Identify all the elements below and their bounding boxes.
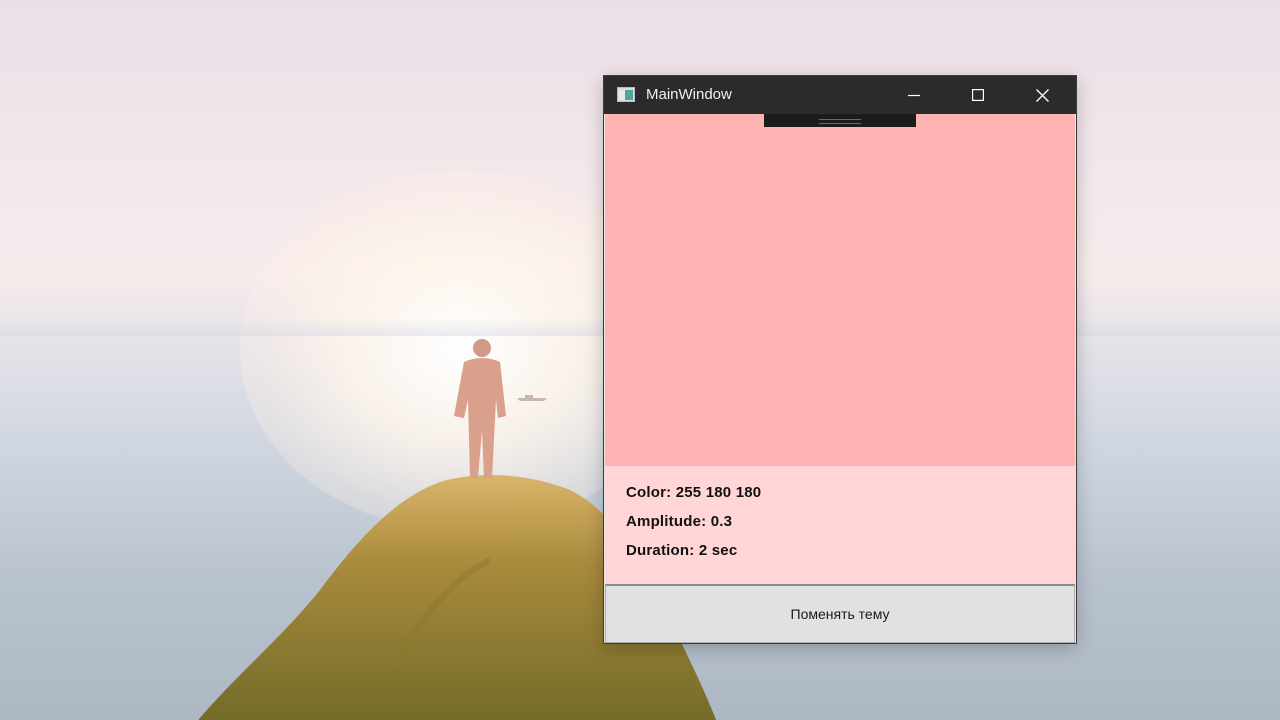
maximize-icon (972, 89, 984, 101)
app-window-icon (617, 87, 635, 102)
change-theme-button[interactable]: Поменять тему (605, 584, 1075, 643)
minimize-button[interactable] (882, 76, 946, 114)
person-silhouette (454, 339, 506, 478)
title-bar[interactable]: MainWindow (604, 76, 1076, 114)
maximize-button[interactable] (946, 76, 1010, 114)
color-preview-area (605, 114, 1075, 466)
close-icon (1035, 88, 1049, 102)
grip-icon (819, 119, 861, 124)
close-button[interactable] (1010, 76, 1074, 114)
color-value-label: Color: 255 180 180 (626, 484, 762, 501)
drag-handle[interactable] (764, 114, 916, 127)
boat-silhouette (517, 395, 547, 401)
minimize-icon (908, 94, 920, 97)
main-window: MainWindow Color: 255 180 180 Amplitude:… (604, 76, 1076, 643)
window-content: Color: 255 180 180 Amplitude: 0.3 Durati… (605, 114, 1075, 643)
duration-value-label: Duration: 2 sec (626, 542, 738, 559)
amplitude-value-label: Amplitude: 0.3 (626, 513, 733, 530)
desktop-wallpaper: MainWindow Color: 255 180 180 Amplitude:… (0, 0, 1280, 720)
info-panel: Color: 255 180 180 Amplitude: 0.3 Durati… (605, 466, 1075, 584)
window-title: MainWindow (646, 86, 732, 103)
